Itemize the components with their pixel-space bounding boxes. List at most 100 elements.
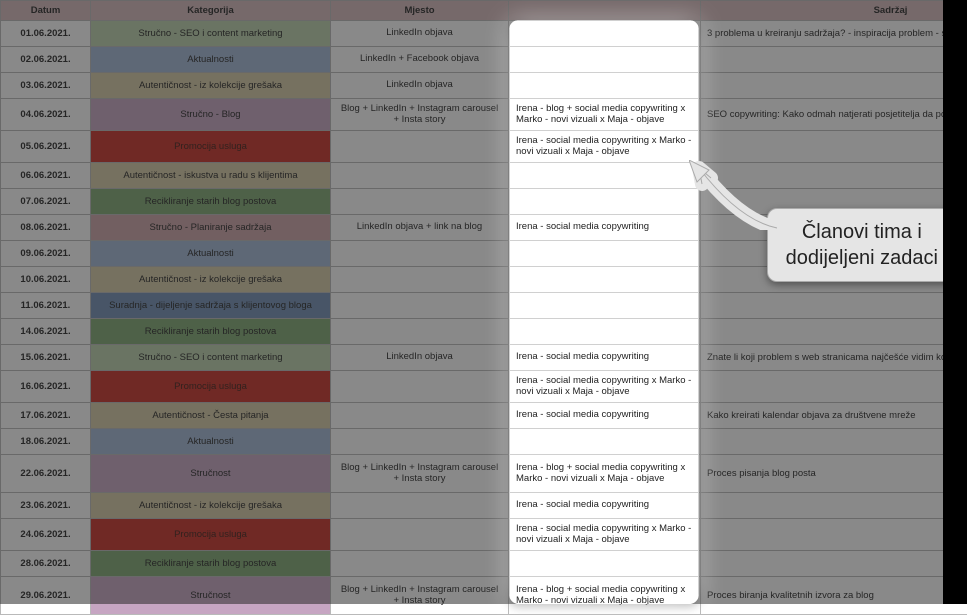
highlight-cell-clan[interactable] — [510, 267, 699, 293]
cell-kategorija[interactable]: Autentičnost - Česta pitanja — [91, 403, 331, 429]
cell-datum[interactable]: 14.06.2021. — [1, 319, 91, 345]
highlight-cell-clan[interactable] — [510, 551, 699, 577]
cell-mjesto[interactable]: LinkedIn objava + link na blog — [331, 215, 509, 241]
cell-sadrzaj[interactable]: Proces biranja kvalitetnih izvora za blo… — [701, 577, 967, 615]
highlight-cell-clan[interactable]: Irena - social media copywriting x Marko… — [510, 519, 699, 551]
cell-mjesto[interactable] — [331, 267, 509, 293]
cell-datum[interactable]: 02.06.2021. — [1, 47, 91, 73]
cell-mjesto[interactable]: LinkedIn objava — [331, 345, 509, 371]
table-row[interactable]: 02.06.2021.AktualnostiLinkedIn + Faceboo… — [1, 47, 967, 73]
highlight-cell-clan[interactable] — [510, 73, 699, 99]
cell-mjesto[interactable]: Blog + LinkedIn + Instagram carousel + I… — [331, 577, 509, 615]
cell-mjesto[interactable] — [331, 189, 509, 215]
cell-kategorija[interactable]: Stručno - Planiranje sadržaja — [91, 215, 331, 241]
cell-sadrzaj[interactable] — [701, 47, 967, 73]
header-clan[interactable] — [509, 1, 701, 21]
cell-kategorija[interactable]: Autentičnost - iskustva u radu s klijent… — [91, 163, 331, 189]
cell-datum[interactable]: 01.06.2021. — [1, 21, 91, 47]
cell-sadrzaj[interactable] — [701, 293, 967, 319]
cell-mjesto[interactable] — [331, 551, 509, 577]
cell-datum[interactable]: 24.06.2021. — [1, 519, 91, 551]
cell-kategorija[interactable]: Autentičnost - iz kolekcije grešaka — [91, 267, 331, 293]
cell-mjesto[interactable]: Blog + LinkedIn + Instagram carousel + I… — [331, 455, 509, 493]
highlight-cell-clan[interactable]: Irena - blog + social media copywriting … — [510, 455, 699, 493]
cell-datum[interactable]: 22.06.2021. — [1, 455, 91, 493]
cell-mjesto[interactable] — [331, 131, 509, 163]
cell-kategorija[interactable]: Aktualnosti — [91, 47, 331, 73]
highlight-cell-clan[interactable] — [510, 47, 699, 73]
cell-kategorija[interactable]: Promocija usluga — [91, 371, 331, 403]
table-row[interactable]: 22.06.2021.StručnostBlog + LinkedIn + In… — [1, 455, 967, 493]
highlight-cell-clan[interactable]: Irena - social media copywriting — [510, 403, 699, 429]
cell-mjesto[interactable] — [331, 429, 509, 455]
cell-mjesto[interactable]: LinkedIn objava — [331, 21, 509, 47]
cell-kategorija[interactable]: Aktualnosti — [91, 241, 331, 267]
highlight-cell-clan[interactable]: Irena - social media copywriting x Marko… — [510, 371, 699, 403]
header-kategorija[interactable]: Kategorija — [91, 1, 331, 21]
cell-kategorija[interactable]: Recikliranje starih blog postova — [91, 551, 331, 577]
cell-kategorija[interactable]: Promocija usluga — [91, 519, 331, 551]
table-row[interactable]: 15.06.2021.Stručno - SEO i content marke… — [1, 345, 967, 371]
cell-sadrzaj[interactable] — [701, 131, 967, 163]
highlight-cell-clan[interactable] — [510, 429, 699, 455]
cell-kategorija[interactable]: Stručno - SEO i content marketing — [91, 21, 331, 47]
cell-mjesto[interactable] — [331, 371, 509, 403]
cell-kategorija[interactable]: Suradnja - dijeljenje sadržaja s klijent… — [91, 293, 331, 319]
cell-sadrzaj[interactable] — [701, 493, 967, 519]
table-row[interactable]: 24.06.2021.Promocija usluga Irena - socia… — [1, 519, 967, 551]
table-row[interactable]: 18.06.2021.Aktualnosti — [1, 429, 967, 455]
table-row[interactable]: 29.06.2021.StručnostBlog + LinkedIn + In… — [1, 577, 967, 615]
cell-mjesto[interactable] — [331, 319, 509, 345]
cell-datum[interactable]: 03.06.2021. — [1, 73, 91, 99]
cell-kategorija[interactable]: Recikliranje starih blog postova — [91, 319, 331, 345]
cell-sadrzaj[interactable]: Znate li koji problem s web stranicama n… — [701, 345, 967, 371]
highlight-cell-clan[interactable] — [510, 319, 699, 345]
table-row[interactable]: 17.06.2021.Autentičnost - Česta pitanja I… — [1, 403, 967, 429]
cell-sadrzaj[interactable]: 3 problema u kreiranju sadržaja? - inspi… — [701, 21, 967, 47]
cell-mjesto[interactable]: LinkedIn objava — [331, 73, 509, 99]
cell-datum[interactable]: 05.06.2021. — [1, 131, 91, 163]
cell-mjesto[interactable] — [331, 163, 509, 189]
cell-sadrzaj[interactable] — [701, 429, 967, 455]
table-row[interactable]: 16.06.2021.Promocija usluga Irena - socia… — [1, 371, 967, 403]
cell-datum[interactable]: 23.06.2021. — [1, 493, 91, 519]
cell-datum[interactable]: 16.06.2021. — [1, 371, 91, 403]
cell-sadrzaj[interactable]: SEO copywriting: Kako odmah natjerati po… — [701, 99, 967, 131]
cell-datum[interactable]: 17.06.2021. — [1, 403, 91, 429]
cell-datum[interactable]: 10.06.2021. — [1, 267, 91, 293]
cell-datum[interactable]: 07.06.2021. — [1, 189, 91, 215]
cell-mjesto[interactable]: LinkedIn + Facebook objava — [331, 47, 509, 73]
cell-sadrzaj[interactable]: Proces pisanja blog posta — [701, 455, 967, 493]
highlight-cell-clan[interactable] — [510, 293, 699, 319]
cell-sadrzaj[interactable] — [701, 371, 967, 403]
table-row[interactable]: 05.06.2021.Promocija uslugaIrena - socia… — [1, 131, 967, 163]
cell-datum[interactable]: 28.06.2021. — [1, 551, 91, 577]
highlight-cell-clan[interactable]: Irena - social media copywriting — [510, 493, 699, 519]
cell-datum[interactable]: 18.06.2021. — [1, 429, 91, 455]
cell-kategorija[interactable]: Aktualnosti — [91, 429, 331, 455]
cell-kategorija[interactable]: Stručnost — [91, 455, 331, 493]
table-row[interactable]: 04.06.2021.Stručno - BlogBlog + LinkedIn… — [1, 99, 967, 131]
highlight-cell-clan[interactable]: Irena - social media copywriting — [510, 215, 699, 241]
cell-datum[interactable]: 04.06.2021. — [1, 99, 91, 131]
table-row[interactable]: 14.06.2021.Recikliranje starih blog post… — [1, 319, 967, 345]
cell-sadrzaj[interactable] — [701, 519, 967, 551]
cell-kategorija[interactable]: Autentičnost - iz kolekcije grešaka — [91, 493, 331, 519]
cell-mjesto[interactable] — [331, 293, 509, 319]
highlight-cell-clan[interactable]: Irena - social media copywriting — [510, 345, 699, 371]
cell-datum[interactable]: 11.06.2021. — [1, 293, 91, 319]
cell-kategorija[interactable]: Stručno - SEO i content marketing — [91, 345, 331, 371]
cell-kategorija[interactable]: Promocija usluga — [91, 131, 331, 163]
cell-kategorija[interactable]: Autentičnost - iz kolekcije grešaka — [91, 73, 331, 99]
cell-datum[interactable]: 06.06.2021. — [1, 163, 91, 189]
table-row[interactable]: 03.06.2021.Autentičnost - iz kolekcije g… — [1, 73, 967, 99]
cell-mjesto[interactable] — [331, 241, 509, 267]
cell-mjesto[interactable] — [331, 403, 509, 429]
table-row[interactable]: 06.06.2021.Autentičnost - iskustva u rad… — [1, 163, 967, 189]
highlight-cell-clan[interactable] — [510, 21, 699, 47]
table-row[interactable]: 01.06.2021.Stručno - SEO i content marke… — [1, 21, 967, 47]
cell-sadrzaj[interactable] — [701, 319, 967, 345]
highlight-cell-clan[interactable]: Irena - blog + social media copywriting … — [510, 99, 699, 131]
cell-kategorija[interactable]: Stručnost — [91, 577, 331, 615]
table-row[interactable]: 23.06.2021.Autentičnost - iz kolekcije g… — [1, 493, 967, 519]
